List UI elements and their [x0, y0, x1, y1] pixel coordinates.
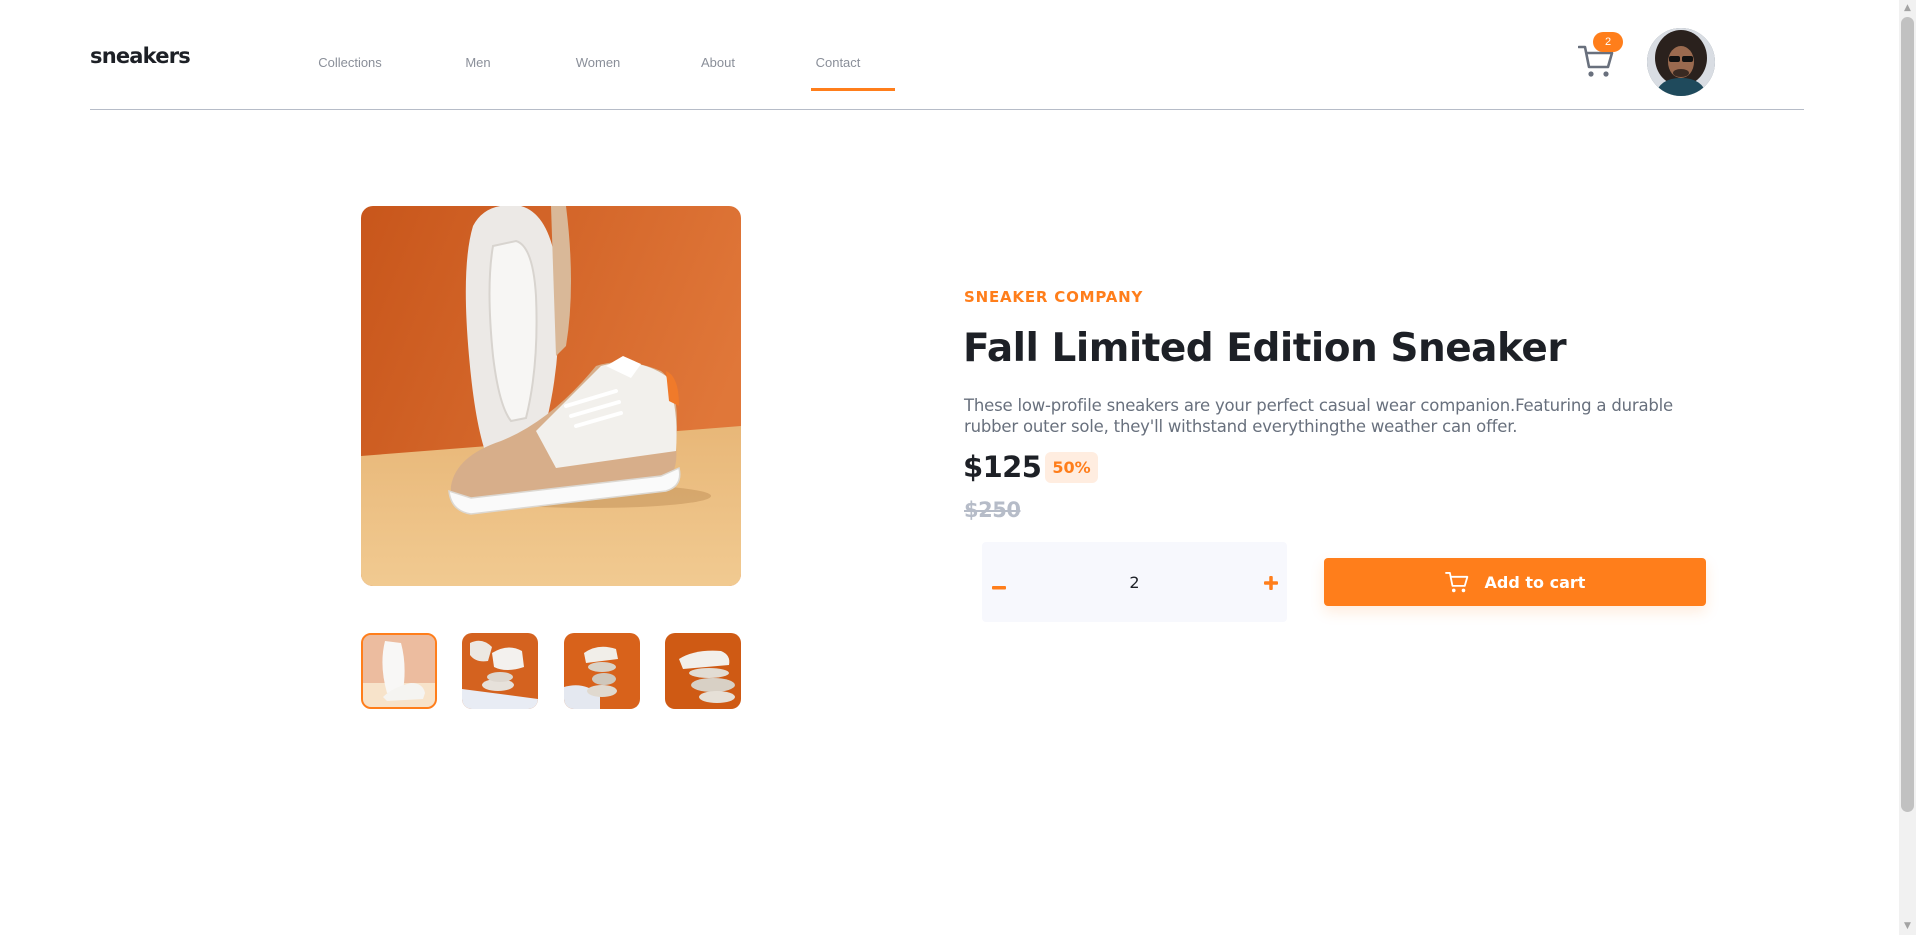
- scrollbar-thumb[interactable]: [1901, 17, 1914, 812]
- avatar[interactable]: [1647, 28, 1715, 96]
- plus-icon: [1264, 576, 1278, 590]
- product-main-image[interactable]: [361, 206, 741, 586]
- thumbnail-image: [462, 633, 538, 709]
- avatar-image: [1647, 28, 1715, 96]
- thumbnail-strip: [361, 633, 741, 709]
- discount-badge: 50%: [1045, 452, 1098, 483]
- company-name: SNEAKER COMPANY: [964, 288, 1144, 306]
- product-title: Fall Limited Edition Sneaker: [963, 326, 1567, 371]
- current-price: $125: [963, 450, 1042, 484]
- thumbnail-image: [564, 633, 640, 709]
- cart-icon: [1444, 572, 1468, 593]
- site-header: sneakers Collections Men Women About Con…: [90, 0, 1804, 110]
- thumbnail-1[interactable]: [361, 633, 437, 709]
- thumbnail-active-overlay: [363, 635, 435, 707]
- thumbnail-3[interactable]: [564, 633, 640, 709]
- quantity-stepper: [982, 542, 1287, 622]
- logo[interactable]: sneakers: [90, 44, 191, 68]
- quantity-input[interactable]: [1082, 566, 1187, 598]
- thumbnail-4[interactable]: [665, 633, 741, 709]
- nav-collections[interactable]: Collections: [282, 0, 418, 92]
- product-description: These low-profile sneakers are your perf…: [964, 396, 1674, 436]
- add-to-cart-button[interactable]: Add to cart: [1324, 558, 1706, 606]
- scroll-up-arrow-icon[interactable]: ▲: [1899, 0, 1916, 17]
- decrement-button[interactable]: [984, 565, 1014, 599]
- scroll-down-arrow-icon[interactable]: ▼: [1899, 918, 1916, 935]
- original-price: $250: [964, 498, 1021, 522]
- nav-women[interactable]: Women: [538, 0, 658, 92]
- increment-button[interactable]: [1256, 565, 1286, 599]
- main-nav: Collections Men Women About Contact: [282, 0, 898, 110]
- page-scrollbar[interactable]: ▲ ▼: [1899, 0, 1916, 935]
- nav-men[interactable]: Men: [418, 0, 538, 92]
- nav-contact[interactable]: Contact: [778, 0, 898, 92]
- nav-about[interactable]: About: [658, 0, 778, 92]
- minus-icon: [992, 586, 1006, 590]
- thumbnail-2[interactable]: [462, 633, 538, 709]
- cart-count-badge: 2: [1593, 32, 1623, 52]
- thumbnail-image: [665, 633, 741, 709]
- sneaker-photo: [361, 206, 741, 586]
- add-to-cart-label: Add to cart: [1484, 572, 1586, 592]
